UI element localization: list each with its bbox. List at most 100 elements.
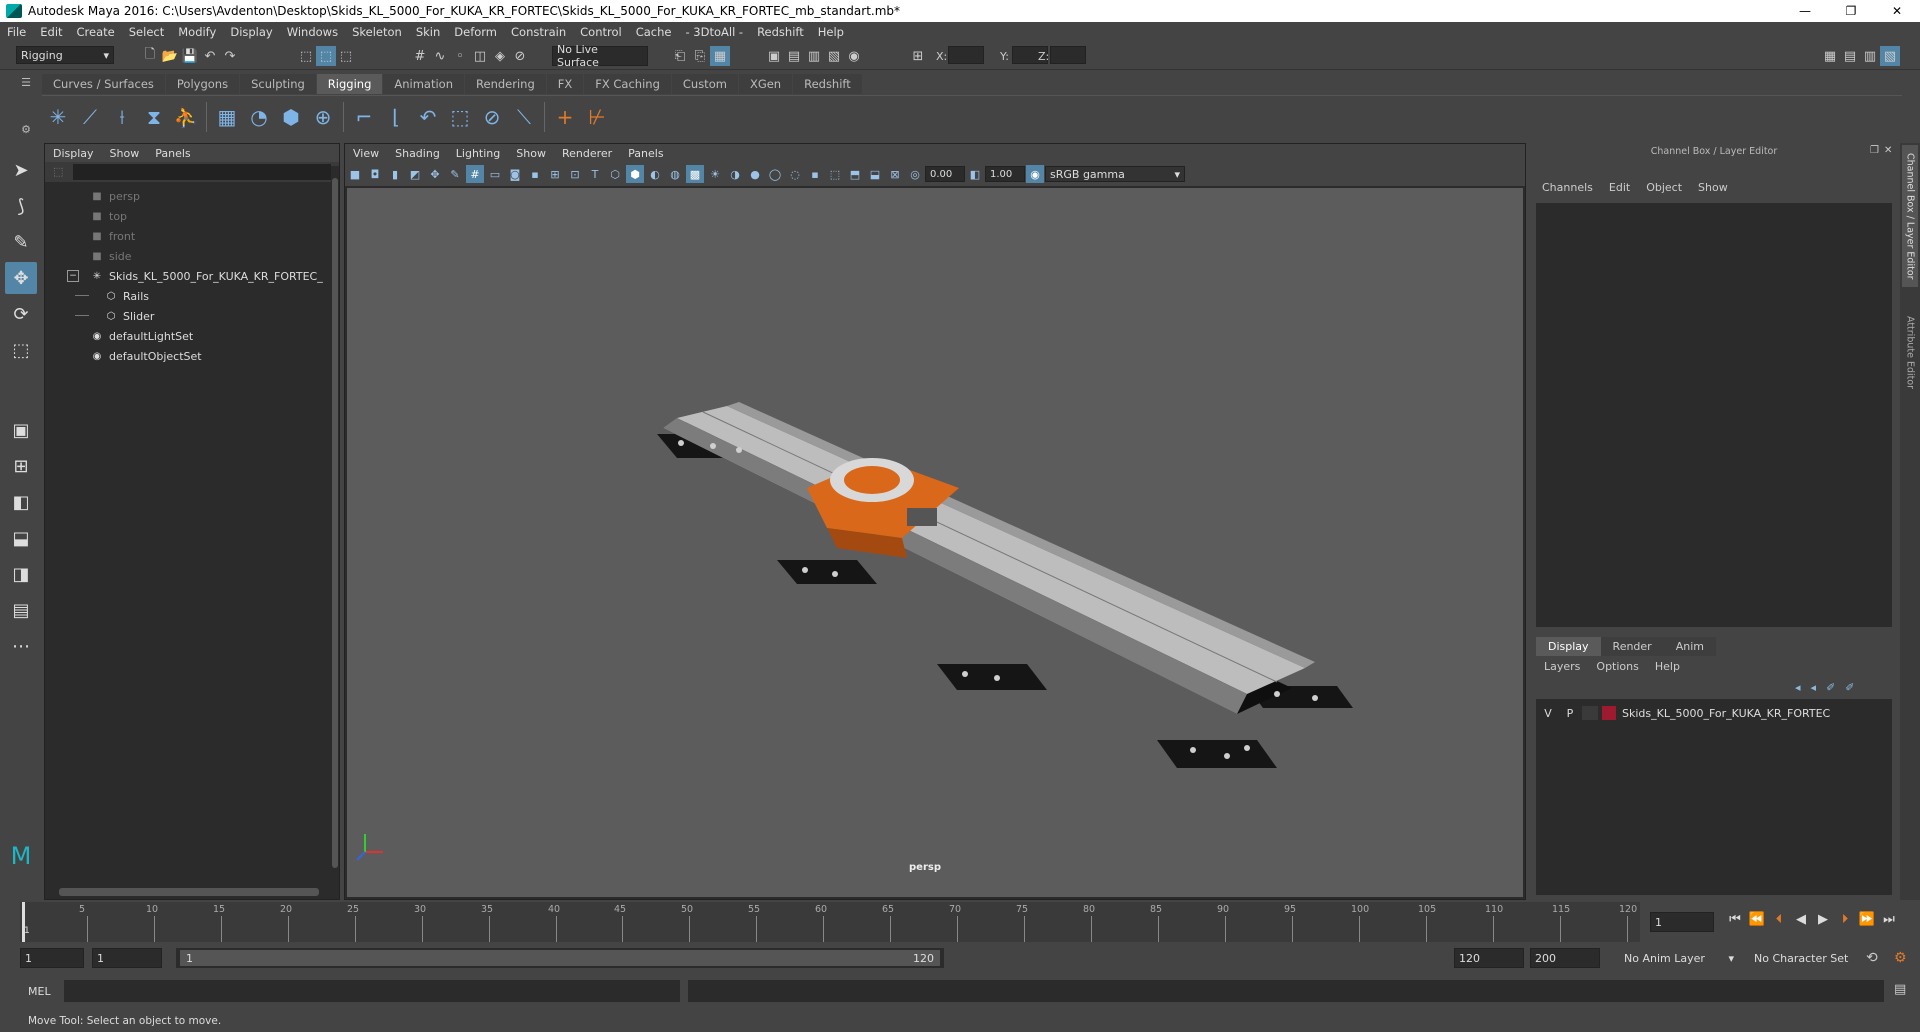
wireframe-on-shaded-icon[interactable]: ◍ [666,165,684,183]
close-panel-icon[interactable]: ✕ [1884,145,1892,156]
outliner-hscrollbar[interactable] [49,887,329,897]
gate-mask-icon[interactable]: ▪ [526,165,544,183]
live-surface-field[interactable]: No Live Surface [552,43,648,69]
command-input[interactable] [64,980,680,1002]
time-ruler[interactable]: 1 5 10 15 20 25 30 35 40 45 50 55 60 65 70 75 80 85 90 95 10… [20,902,1640,942]
menu-edit[interactable]: Edit [33,25,69,39]
move-tool-icon[interactable]: ✥ [5,262,37,294]
outliner-vscrollbar[interactable] [331,166,339,891]
new-scene-icon[interactable]: 🗋 [140,46,160,66]
outliner-item[interactable]: ⬡ Rails [45,286,339,306]
menu-modify[interactable]: Modify [171,25,223,39]
menu-constrain[interactable]: Constrain [504,25,573,39]
ipr-render-icon[interactable]: ▥ [804,46,824,66]
xray-icon[interactable]: ⬒ [846,165,864,183]
safe-action-icon[interactable]: ⊡ [566,165,584,183]
construction-history-icon[interactable]: ▦ [710,46,730,66]
menu-select[interactable]: Select [122,25,171,39]
outliner-item[interactable]: − ✳ Skids_KL_5000_For_KUKA_KR_FORTEC_ [45,266,339,286]
command-language-label[interactable]: MEL [28,985,51,998]
exposure-icon[interactable]: ◎ [906,165,924,183]
paint-weights-icon[interactable]: ↶ [412,101,444,133]
tab-attribute-editor[interactable]: Attribute Editor [1902,303,1918,403]
tab-fx-caching[interactable]: FX Caching [584,74,671,94]
isolate-select-icon[interactable]: ⬚ [826,165,844,183]
range-handle[interactable]: 1 120 [180,950,940,966]
menu-create[interactable]: Create [70,25,122,39]
auto-key-icon[interactable]: ⟲ [1866,950,1878,966]
menu-control[interactable]: Control [573,25,629,39]
transform-constraint-icon[interactable]: ⊞ [908,46,928,66]
wireframe-icon[interactable]: ⬡ [606,165,624,183]
shelf-menu[interactable]: ☰ ⚙ [16,76,36,136]
step-back-key-icon[interactable]: ⏴ [1768,912,1790,927]
menu-file[interactable]: File [0,25,33,39]
select-tool-icon[interactable]: ➤ [5,154,37,186]
menu-cache[interactable]: Cache [629,25,679,39]
menu-windows[interactable]: Windows [280,25,345,39]
menu-3dtoall[interactable]: - 3DtoAll - [678,25,750,39]
step-forward-icon[interactable]: ⏩ [1856,912,1878,927]
outliner-item[interactable]: ■ front [45,226,339,246]
tab-curves-surfaces[interactable]: Curves / Surfaces [42,74,165,94]
grease-pencil-icon[interactable]: ✎ [446,165,464,183]
script-editor-icon[interactable]: ▤ [1894,982,1906,997]
undo-icon[interactable]: ↶ [200,46,220,66]
menu-skeleton[interactable]: Skeleton [345,25,409,39]
attribute-editor-icon[interactable]: ▤ [1840,46,1860,66]
layer-row[interactable]: V P Skids_KL_5000_For_KUKA_KR_FORTEC [1536,703,1892,723]
film-gate-icon[interactable]: ▭ [486,165,504,183]
bind-skin-icon[interactable]: ⌐ [348,101,380,133]
tab-rendering[interactable]: Rendering [465,74,546,94]
menu-skin[interactable]: Skin [409,25,447,39]
humanik-icon[interactable]: ⛹ [170,101,202,133]
modeling-toolkit-icon[interactable]: ▦ [1820,46,1840,66]
anti-aliasing-icon[interactable]: ◌ [786,165,804,183]
parent-constraint-icon[interactable]: ⊬ [581,101,613,133]
snap-curve-icon[interactable]: ∿ [430,46,450,66]
2d-pan-zoom-icon[interactable]: ✥ [426,165,444,183]
bookmark-icon[interactable]: ▮ [386,165,404,183]
viewport-scene[interactable]: persp [347,188,1523,897]
current-time-indicator[interactable] [22,902,25,942]
insert-joint-icon[interactable]: ⧗ [138,101,170,133]
tab-polygons[interactable]: Polygons [165,74,240,94]
close-button[interactable]: ✕ [1874,0,1920,22]
cb-menu-show[interactable]: Show [1690,181,1736,194]
playback-end-field[interactable]: 120 [1454,948,1524,968]
character-set-dropdown[interactable]: No Character Set [1750,948,1868,968]
new-layer-icon[interactable]: ✐ [1840,681,1859,694]
shadows-icon[interactable]: ◑ [726,165,744,183]
float-panel-icon[interactable]: ❐ [1870,145,1879,156]
play-forward-icon[interactable]: ▶ [1812,912,1834,927]
step-forward-key-icon[interactable]: ⏵ [1834,912,1856,927]
mirror-weights-icon[interactable]: ⬚ [444,101,476,133]
end-time-field[interactable]: 200 [1530,948,1600,968]
z-field[interactable] [1050,46,1086,64]
render-view-icon[interactable]: ▣ [764,46,784,66]
ik-spline-icon[interactable]: ⟊ [106,101,138,133]
rotate-tool-icon[interactable]: ⟳ [5,298,37,330]
custom-layout-icon[interactable]: ⋯ [5,630,37,662]
color-management-icon[interactable]: ◉ [1026,165,1044,183]
outliner-menu-panels[interactable]: Panels [147,147,198,160]
move-layer-down-icon[interactable]: ◂ [1806,681,1822,694]
cluster-icon[interactable]: ◔ [243,101,275,133]
make-live-icon[interactable]: ⊘ [510,46,530,66]
color-space-dropdown[interactable]: sRGB gamma ▾ [1045,166,1185,182]
outliner-search-input[interactable] [73,164,331,180]
field-chart-icon[interactable]: ⊞ [546,165,564,183]
viewport-menu-lighting[interactable]: Lighting [448,147,508,160]
copy-weights-icon[interactable]: ⊘ [476,101,508,133]
outliner-menu-show[interactable]: Show [102,147,148,160]
camera-attributes-icon[interactable]: ◘ [366,165,384,183]
paint-select-icon[interactable]: ✎ [5,226,37,258]
viewport-menu-view[interactable]: View [345,147,387,160]
layer-menu-layers[interactable]: Layers [1536,660,1588,673]
select-object-icon[interactable]: ⬚ [316,46,336,66]
menu-redshift[interactable]: Redshift [750,25,811,39]
menu-help[interactable]: Help [811,25,851,39]
lattice-icon[interactable]: ▦ [211,101,243,133]
tab-animation[interactable]: Animation [383,74,465,94]
viewport-menu-shading[interactable]: Shading [387,147,448,160]
